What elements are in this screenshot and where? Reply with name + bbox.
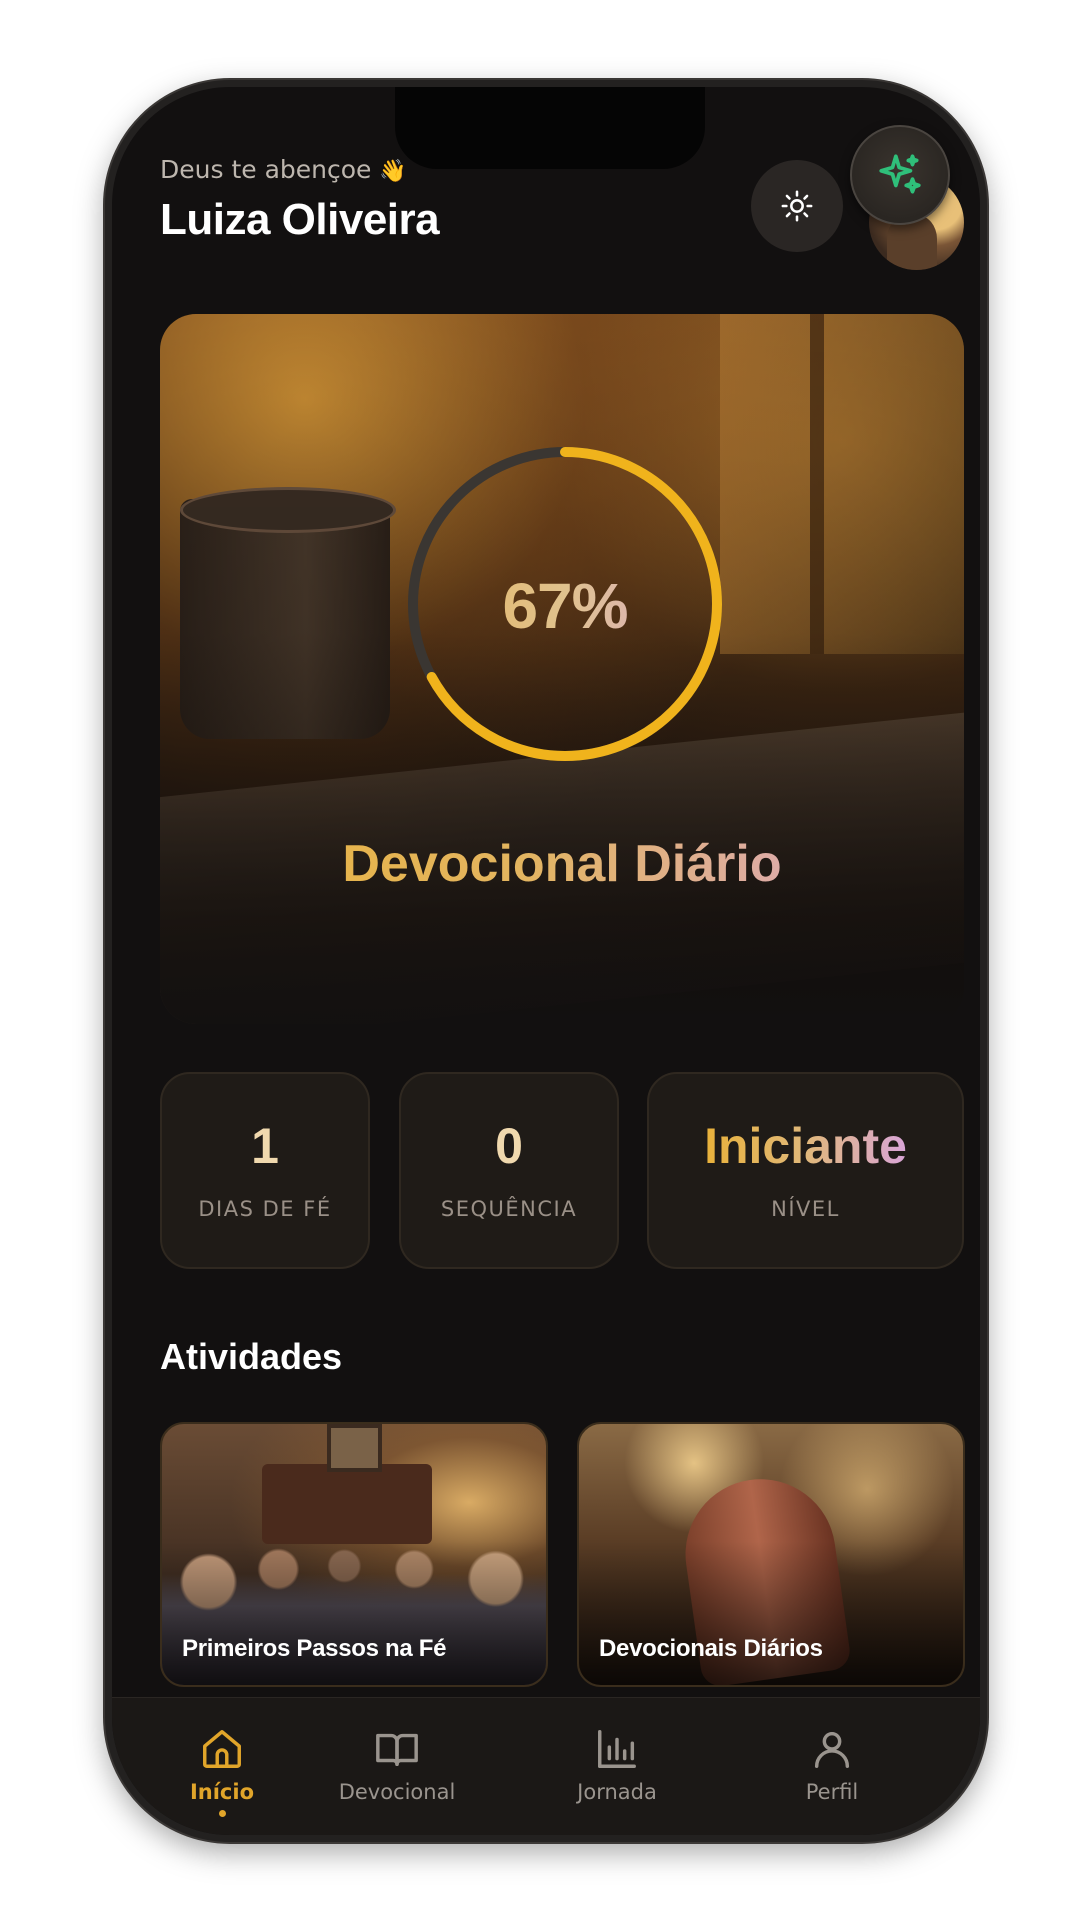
hero-title: Devocional Diário (160, 834, 964, 894)
tab-label: Perfil (805, 1780, 859, 1804)
sun-icon (781, 190, 813, 222)
stat-label: SEQUÊNCIA (440, 1196, 578, 1221)
stat-label: DIAS DE FÉ (198, 1196, 332, 1221)
home-icon (203, 1730, 241, 1768)
stat-value: Iniciante (704, 1117, 907, 1174)
stat-days-of-faith: 1 DIAS DE FÉ (160, 1072, 370, 1269)
activity-title: Primeiros Passos na Fé (182, 1635, 447, 1662)
theme-toggle-button[interactable] (751, 160, 843, 252)
tab-inicio[interactable]: Início (172, 1726, 272, 1817)
phone-frame: Deus te abençoe 👋 Luiza Oliveira 67% Dev… (105, 80, 987, 1842)
daily-devotional-card[interactable]: 67% Devocional Diário (160, 314, 964, 1024)
stat-value: 1 (251, 1117, 279, 1174)
tab-label: Devocional (338, 1780, 456, 1804)
stat-value: 0 (495, 1117, 523, 1174)
stat-streak: 0 SEQUÊNCIA (399, 1072, 619, 1269)
activities-section-title: Atividades (160, 1336, 343, 1377)
tab-jornada[interactable]: Jornada (557, 1726, 677, 1804)
stat-level: Iniciante NÍVEL (647, 1072, 964, 1269)
activity-card-daily-devotionals[interactable]: Devocionais Diários (577, 1422, 965, 1687)
tab-label: Jornada (577, 1780, 657, 1804)
stat-label: NÍVEL (771, 1196, 840, 1221)
active-tab-indicator (218, 1810, 226, 1817)
book-icon (376, 1733, 418, 1767)
greeting-text: Deus te abençoe (160, 155, 372, 184)
bottom-tab-bar: Início Devocional Jornada Perfil (112, 1697, 980, 1835)
ai-assistant-button[interactable] (850, 125, 950, 225)
activity-card-first-steps[interactable]: Primeiros Passos na Fé (160, 1422, 548, 1687)
progress-percentage: 67% (400, 569, 730, 643)
user-icon (814, 1731, 850, 1768)
tab-label: Início (189, 1780, 255, 1804)
notch (395, 87, 705, 169)
user-name: Luiza Oliveira (160, 195, 440, 244)
greeting: Deus te abençoe 👋 (160, 155, 407, 184)
wave-emoji: 👋 (379, 159, 407, 184)
activity-title: Devocionais Diários (599, 1635, 823, 1662)
sparkles-icon (879, 154, 921, 194)
tab-perfil[interactable]: Perfil (782, 1726, 882, 1804)
tab-devocional[interactable]: Devocional (327, 1726, 467, 1804)
bar-chart-icon (598, 1730, 636, 1768)
